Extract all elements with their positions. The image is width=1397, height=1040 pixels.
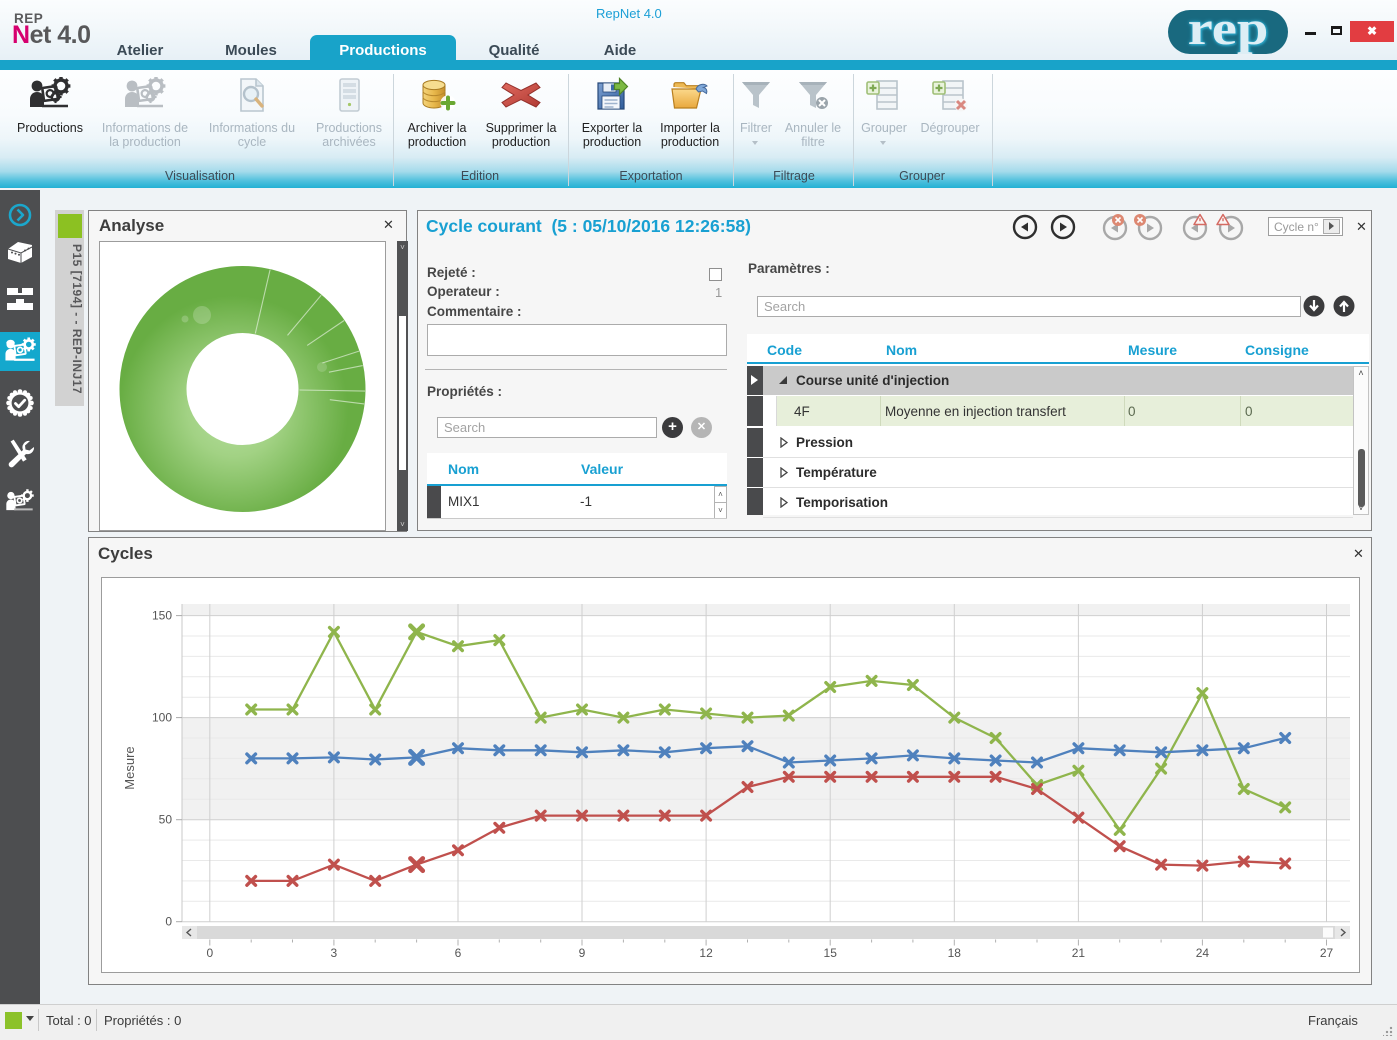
svg-text:18: 18 bbox=[948, 946, 962, 960]
svg-text:Mesure: Mesure bbox=[122, 746, 137, 789]
svg-text:150: 150 bbox=[152, 609, 172, 623]
svg-text:6: 6 bbox=[455, 946, 462, 960]
svg-text:0: 0 bbox=[165, 915, 172, 929]
svg-text:27: 27 bbox=[1320, 946, 1334, 960]
svg-text:50: 50 bbox=[159, 813, 173, 827]
svg-text:9: 9 bbox=[579, 946, 586, 960]
svg-text:3: 3 bbox=[331, 946, 338, 960]
svg-text:15: 15 bbox=[824, 946, 838, 960]
svg-text:100: 100 bbox=[152, 711, 172, 725]
svg-text:24: 24 bbox=[1196, 946, 1210, 960]
svg-text:0: 0 bbox=[206, 946, 213, 960]
svg-text:21: 21 bbox=[1072, 946, 1086, 960]
svg-text:12: 12 bbox=[699, 946, 713, 960]
